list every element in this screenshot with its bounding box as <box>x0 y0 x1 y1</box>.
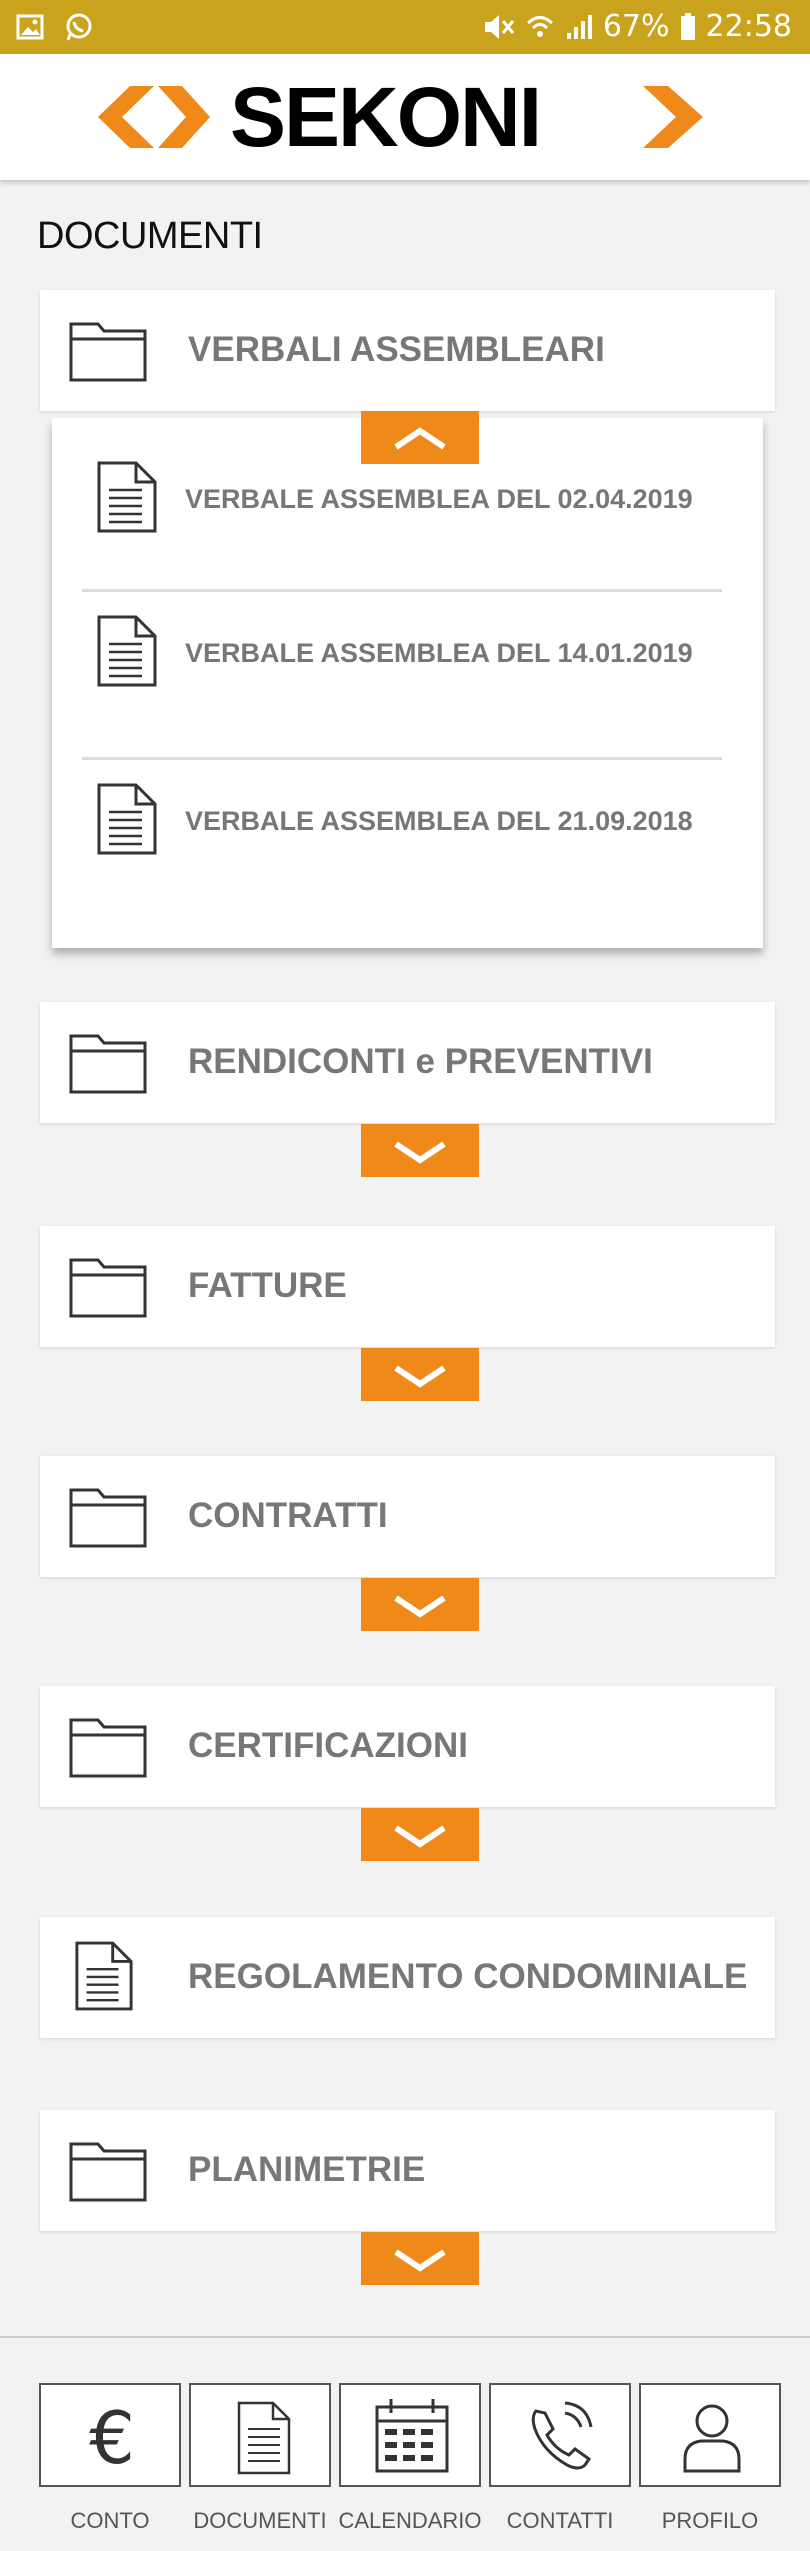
section-label: PLANIMETRIE <box>188 2150 426 2189</box>
chevron-down-icon <box>394 1365 446 1388</box>
section-label: FATTURE <box>188 1266 347 1305</box>
nav-label: DOCUMENTI <box>193 2508 327 2533</box>
nav-documenti-button[interactable] <box>189 2383 331 2487</box>
bottom-navigation: € CONTO DOCUMENTI CALENDARIO CONTATTI PR… <box>0 2336 810 2551</box>
document-icon <box>75 1941 133 2011</box>
sekoni-logo: SEKONI <box>98 82 703 152</box>
status-bar: 67% 22:58 <box>0 0 810 54</box>
svg-text:€: € <box>89 2396 135 2480</box>
logo-text: SEKONI <box>230 82 540 152</box>
section-certificazioni[interactable]: CERTIFICAZIONI <box>40 1686 775 1807</box>
section-label: CERTIFICAZIONI <box>188 1726 468 1765</box>
battery-icon <box>680 12 695 40</box>
expand-toggle[interactable] <box>361 1348 479 1401</box>
app-header: SEKONI <box>0 54 810 180</box>
document-row[interactable]: VERBALE ASSEMBLEA DEL 21.09.2018 <box>82 740 722 890</box>
expand-toggle[interactable] <box>361 1124 479 1177</box>
section-contratti[interactable]: CONTRATTI <box>40 1456 775 1577</box>
calendar-icon <box>375 2399 449 2473</box>
nav-contatti-button[interactable] <box>489 2383 631 2487</box>
chevron-down-icon <box>394 1141 446 1164</box>
nav-calendario-button[interactable] <box>339 2383 481 2487</box>
folder-icon <box>69 1488 147 1548</box>
battery-percent: 67% <box>602 9 670 44</box>
document-title: VERBALE ASSEMBLEA DEL 21.09.2018 <box>185 806 693 836</box>
chevron-down-icon <box>394 2249 446 2272</box>
section-planimetrie[interactable]: PLANIMETRIE <box>40 2110 775 2231</box>
expand-toggle[interactable] <box>361 1578 479 1631</box>
clock: 22:58 <box>705 9 792 44</box>
nav-label: CONTATTI <box>506 2508 614 2533</box>
section-label: RENDICONTI e PREVENTIVI <box>188 1042 653 1081</box>
folder-icon <box>69 322 147 382</box>
document-row[interactable]: VERBALE ASSEMBLEA DEL 14.01.2019 <box>82 572 722 722</box>
section-label: VERBALI ASSEMBLEARI <box>188 330 605 369</box>
chevron-down-icon <box>394 1595 446 1618</box>
nav-label: PROFILO <box>661 2508 759 2533</box>
wifi-icon <box>526 15 553 37</box>
image-icon <box>16 14 44 40</box>
phone-icon <box>531 2401 593 2470</box>
chevron-up-icon <box>394 426 446 449</box>
mute-icon <box>484 14 514 39</box>
expand-toggle[interactable] <box>361 1808 479 1861</box>
chevron-down-icon <box>394 1825 446 1848</box>
nav-label: CONTO <box>70 2508 150 2533</box>
section-rendiconti-preventivi[interactable]: RENDICONTI e PREVENTIVI <box>40 1002 775 1123</box>
document-icon <box>97 615 157 687</box>
section-verbali-assembleari[interactable]: VERBALI ASSEMBLEARI <box>40 290 775 411</box>
folder-icon <box>69 1258 147 1318</box>
verbali-documents-panel: VERBALE ASSEMBLEA DEL 02.04.2019 VERBALE… <box>52 418 763 948</box>
document-icon <box>237 2401 291 2475</box>
user-icon <box>683 2404 741 2473</box>
folder-icon <box>69 1718 147 1778</box>
document-title: VERBALE ASSEMBLEA DEL 02.04.2019 <box>185 484 693 514</box>
collapse-toggle[interactable] <box>361 411 479 464</box>
page-title: DOCUMENTI <box>37 215 263 257</box>
document-icon <box>97 461 157 533</box>
document-title: VERBALE ASSEMBLEA DEL 14.01.2019 <box>185 638 693 668</box>
folder-icon <box>69 2142 147 2202</box>
whatsapp-icon <box>66 13 92 41</box>
nav-profilo-button[interactable] <box>639 2383 781 2487</box>
nav-label: CALENDARIO <box>338 2508 482 2533</box>
euro-icon: € <box>89 2396 135 2480</box>
section-label: CONTRATTI <box>188 1496 388 1535</box>
signal-icon <box>566 14 592 39</box>
nav-conto-button[interactable]: € <box>39 2383 181 2487</box>
section-label: REGOLAMENTO CONDOMINIALE <box>188 1957 748 1996</box>
document-icon <box>97 783 157 855</box>
expand-toggle[interactable] <box>361 2232 479 2285</box>
folder-icon <box>69 1034 147 1094</box>
section-regolamento-condominiale[interactable]: REGOLAMENTO CONDOMINIALE <box>40 1917 775 2038</box>
section-fatture[interactable]: FATTURE <box>40 1226 775 1347</box>
